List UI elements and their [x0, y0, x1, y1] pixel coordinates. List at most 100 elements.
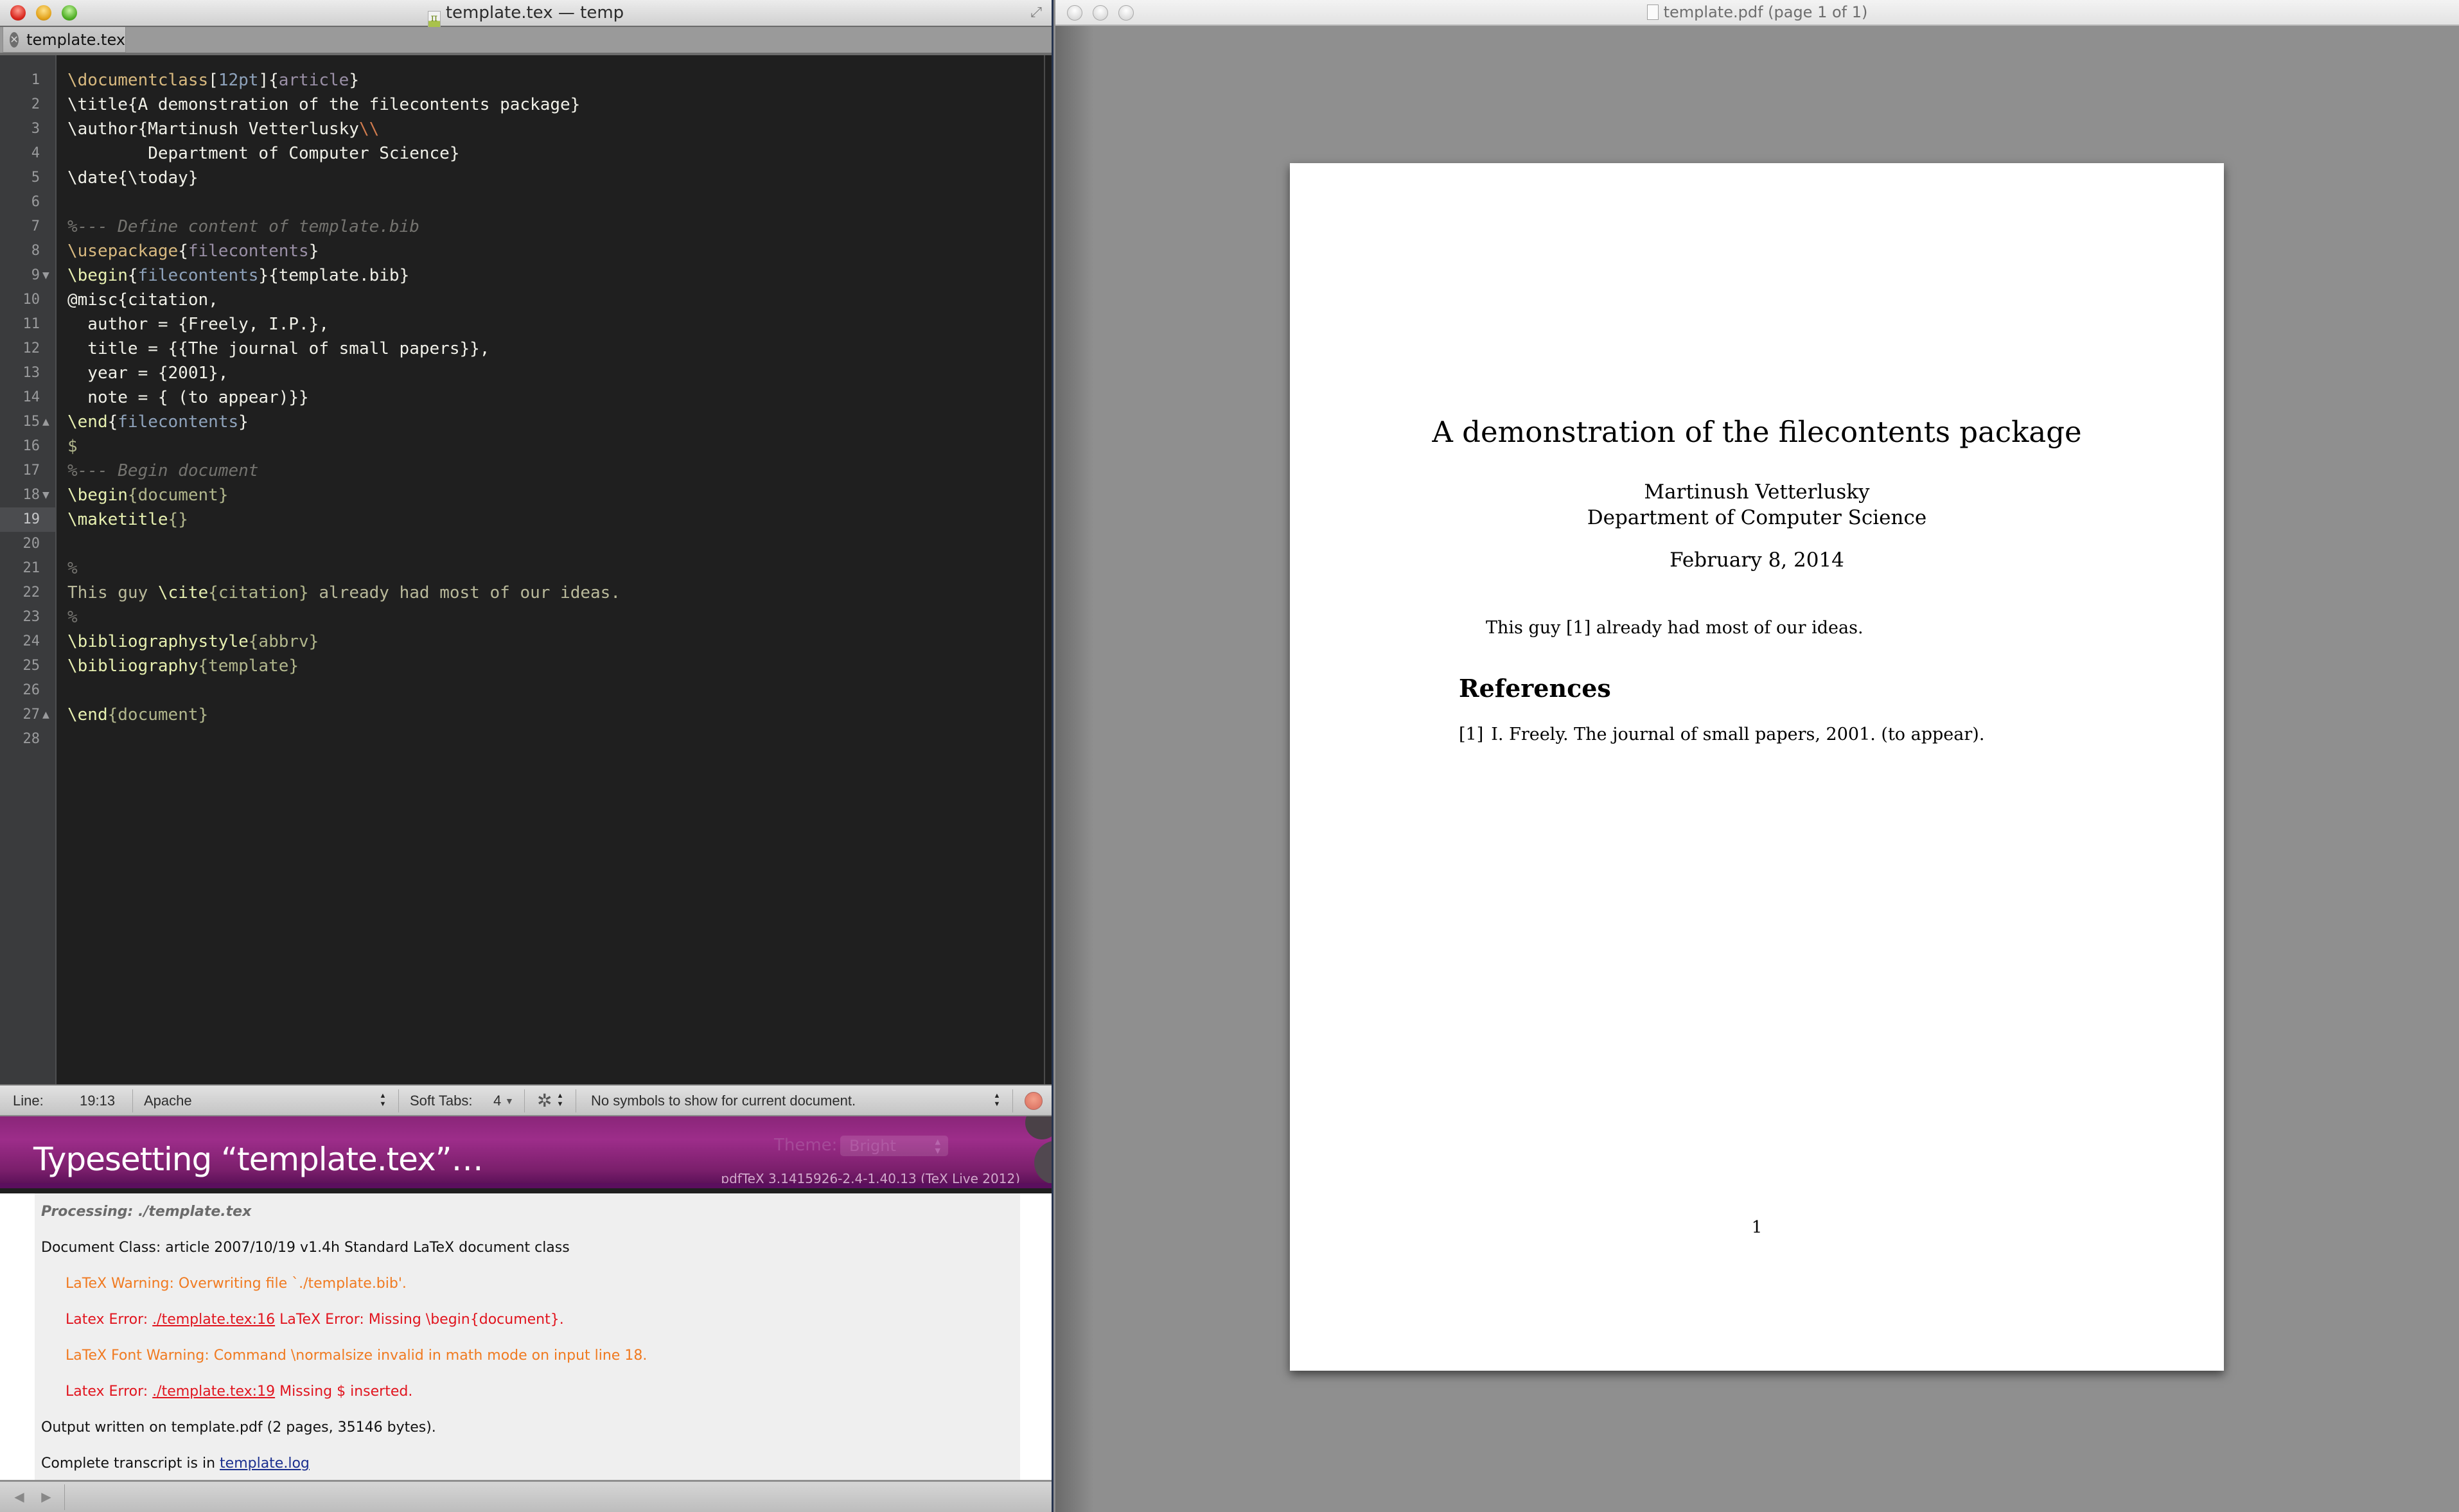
line-number: 21: [22, 560, 40, 576]
symbol-selector[interactable]: No symbols to show for current document.: [591, 1086, 856, 1116]
gear-icon[interactable]: ✲: [537, 1086, 552, 1116]
line-number: 28: [22, 731, 40, 747]
code-line[interactable]: \documentclass[12pt]{article}: [67, 68, 359, 92]
code-token: note = { (to appear)}}: [67, 388, 309, 407]
line-number: 4: [31, 145, 40, 161]
pdf-titlebar[interactable]: template.pdf (page 1 of 1): [1055, 0, 2459, 26]
code-line[interactable]: \end{document}: [67, 703, 208, 727]
code-line[interactable]: \begin{document}: [67, 483, 228, 507]
line-number: 10: [22, 292, 40, 308]
language-updown-icon[interactable]: ▲ ▼: [379, 1092, 387, 1110]
line-number: 26: [22, 682, 40, 698]
code-token: 12pt: [218, 71, 259, 90]
error-location-link[interactable]: ./template.tex:16: [152, 1312, 275, 1328]
editor-titlebar[interactable]: π template.tex — temp ⤢: [0, 0, 1052, 28]
error-location-link[interactable]: ./template.tex:19: [152, 1384, 275, 1400]
code-token: %: [67, 559, 78, 578]
log-error: Latex Error: ./template.tex:19 Missing $…: [66, 1384, 413, 1400]
soft-tabs-dropdown-icon[interactable]: ▼: [505, 1086, 514, 1116]
status-separator: [132, 1089, 133, 1112]
code-token: }: [308, 242, 319, 261]
line-number: 16: [22, 438, 40, 454]
code-token: }{template.bib}: [258, 266, 410, 285]
code-line[interactable]: \title{A demonstration of the fileconten…: [67, 92, 580, 117]
fullscreen-icon[interactable]: ⤢: [1027, 4, 1045, 22]
code-token: {abbrv}: [248, 632, 319, 651]
editor-scrollbar[interactable]: [1044, 55, 1052, 1084]
code-token: \title{A demonstration of the fileconten…: [67, 95, 581, 114]
code-line[interactable]: \usepackage{filecontents}: [67, 239, 319, 263]
tab-template-tex[interactable]: ✕ template.tex: [3, 27, 126, 53]
line-number: 1: [31, 72, 40, 88]
code-token: }: [349, 71, 359, 90]
code-editor[interactable]: \documentclass[12pt]{article} \title{A de…: [58, 55, 1044, 1084]
toolbar-separator: [64, 1484, 65, 1510]
log-warning: LaTeX Font Warning: Command \normalsize …: [66, 1348, 648, 1364]
line-number: 24: [22, 633, 40, 649]
forward-arrow-icon[interactable]: ▶: [40, 1488, 53, 1505]
fold-close-icon[interactable]: ▲: [42, 410, 53, 434]
code-token: \documentclass: [67, 71, 209, 90]
code-line[interactable]: \end{filecontents}: [67, 410, 249, 434]
code-line[interactable]: %--- Begin document: [67, 459, 258, 483]
code-line[interactable]: \author{Martinush Vetterlusky\\: [67, 117, 379, 141]
theme-value: Bright: [849, 1137, 896, 1155]
code-line[interactable]: note = { (to appear)}}: [67, 385, 309, 410]
theme-select[interactable]: Bright ▲ ▼: [840, 1136, 948, 1156]
back-arrow-icon[interactable]: ◀: [13, 1488, 26, 1505]
soft-tabs-value[interactable]: 4: [493, 1086, 501, 1116]
pdf-page[interactable]: A demonstration of the filecontents pack…: [1290, 163, 2224, 1371]
code-line[interactable]: %: [67, 556, 78, 581]
close-tab-icon[interactable]: ✕: [10, 31, 19, 48]
code-token: {}: [168, 510, 188, 529]
code-line[interactable]: \maketitle{}: [67, 507, 188, 532]
code-token: ]{: [258, 71, 279, 90]
code-line[interactable]: @misc{citation,: [67, 288, 218, 312]
log-processing: Processing: ./template.tex: [41, 1204, 252, 1220]
code-line[interactable]: \bibliographystyle{abbrv}: [67, 629, 319, 654]
status-separator: [398, 1089, 399, 1112]
code-line[interactable]: year = {2001},: [67, 361, 228, 385]
bundle-updown-icon[interactable]: ▲ ▼: [556, 1092, 564, 1110]
log-message: Output written on template.pdf (2 pages,…: [41, 1420, 436, 1436]
code-token: Department of Computer Science}: [67, 144, 460, 163]
line-column-value[interactable]: 19:13: [80, 1086, 115, 1116]
line-number: 9: [31, 267, 40, 283]
fold-open-icon[interactable]: ▼: [42, 483, 53, 507]
code-line[interactable]: author = {Freely, I.P.},: [67, 312, 329, 337]
code-token: already had most of our ideas.: [308, 583, 621, 602]
code-line[interactable]: \begin{filecontents}{template.bib}: [67, 263, 409, 288]
line-number: 5: [31, 170, 40, 186]
symbol-updown-icon[interactable]: ▲ ▼: [993, 1092, 1001, 1110]
code-line[interactable]: %: [67, 605, 78, 629]
pdf-preview-window: template.pdf (page 1 of 1) A demonstrati…: [1055, 0, 2459, 1512]
code-line[interactable]: \date{\today}: [67, 166, 198, 190]
pdf-document-icon: [1646, 4, 1659, 20]
language-selector[interactable]: Apache: [144, 1086, 192, 1116]
code-line[interactable]: $: [67, 434, 78, 459]
code-line[interactable]: Department of Computer Science}: [67, 141, 459, 166]
tab-bar: ✕ template.tex: [0, 27, 1052, 55]
code-line[interactable]: title = {{The journal of small papers}},: [67, 337, 489, 361]
status-bar: Line: 19:13 Apache ▲ ▼ Soft Tabs: 4 ▼ ✲ ▲…: [0, 1084, 1052, 1116]
code-token: @misc{citation,: [67, 290, 218, 310]
fold-open-icon[interactable]: ▼: [42, 263, 53, 288]
code-line[interactable]: \bibliography{template}: [67, 654, 299, 678]
code-line[interactable]: This guy \cite{citation} already had mos…: [67, 581, 621, 605]
code-token: \date{\today}: [67, 168, 198, 188]
code-token: $: [67, 437, 78, 456]
code-line[interactable]: %--- Define content of template.bib: [67, 215, 419, 239]
code-token: %--- Begin document: [67, 461, 259, 480]
editor-window-title: π template.tex — temp: [0, 0, 1052, 28]
page-number: 1: [1751, 1218, 1763, 1237]
log-message: Document Class: article 2007/10/19 v1.4h…: [41, 1240, 570, 1256]
code-token: [: [208, 71, 218, 90]
line-number: 25: [22, 658, 40, 674]
code-token: {: [107, 412, 118, 432]
code-token: {document}: [107, 705, 209, 725]
transcript-log-link[interactable]: template.log: [220, 1455, 310, 1472]
fold-close-icon[interactable]: ▲: [42, 703, 53, 727]
line-number: 27: [22, 707, 40, 723]
stop-typesetting-button[interactable]: [1025, 1092, 1043, 1110]
log-panel: Processing: ./template.tex Document Class…: [0, 1193, 1052, 1480]
